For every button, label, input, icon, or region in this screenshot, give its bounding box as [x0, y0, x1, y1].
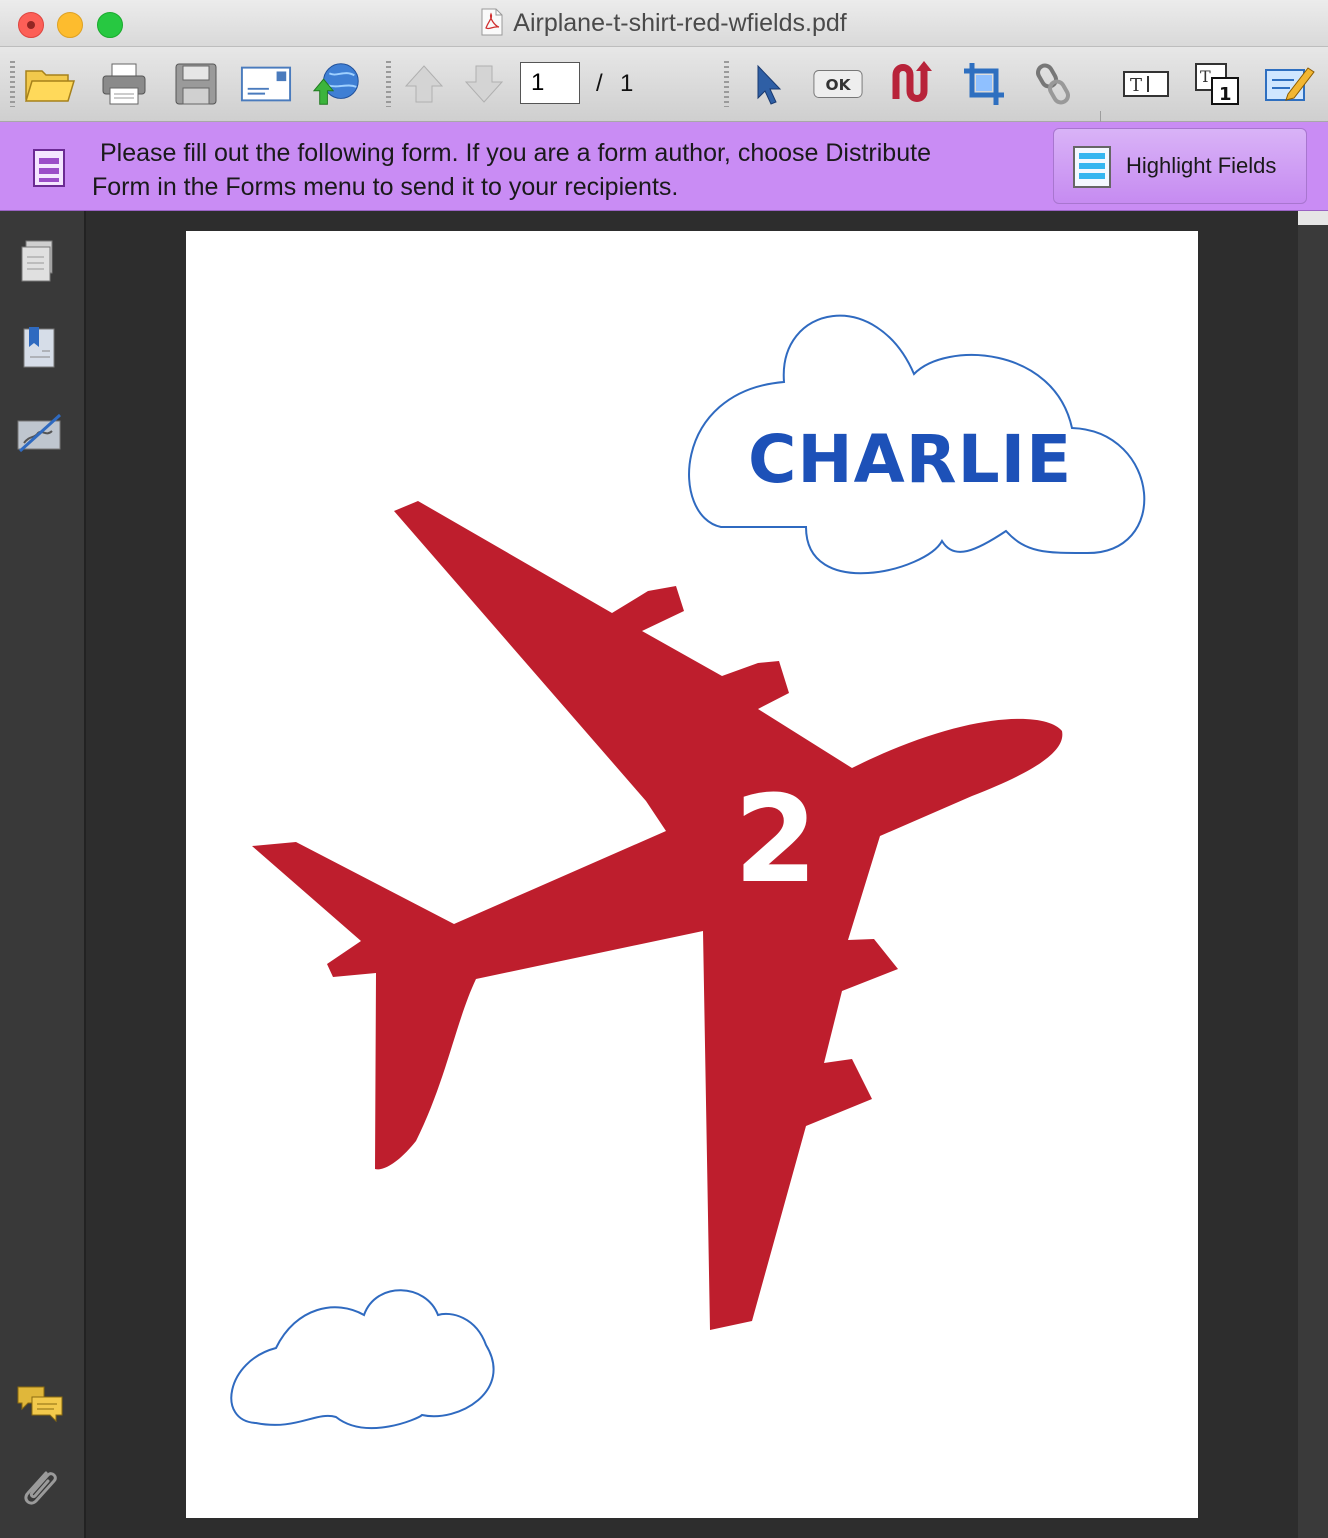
svg-text:T: T: [1200, 67, 1211, 86]
pages-icon: [21, 240, 53, 282]
print-button[interactable]: [98, 61, 150, 107]
select-arrow-icon: [757, 64, 782, 105]
number-form-field[interactable]: 2: [734, 771, 818, 910]
save-button[interactable]: [170, 61, 222, 107]
paperclip-icon: [24, 1471, 57, 1505]
text-number-tool-button[interactable]: T 1: [1192, 61, 1244, 107]
open-button[interactable]: [24, 61, 76, 107]
save-icon: [175, 63, 217, 105]
ok-button-icon: OK: [813, 70, 863, 98]
upload-web-button[interactable]: [312, 61, 364, 107]
navigation-pane: [0, 211, 86, 1538]
crop-tool-button[interactable]: [958, 61, 1010, 107]
total-pages: 1: [620, 70, 634, 97]
link-icon: [1036, 63, 1070, 105]
pdf-viewer-window: Airplane-t-shirt-red-wfields.pdf OK T T …: [0, 0, 1328, 1538]
svg-text:OK: OK: [825, 76, 851, 94]
open-icon: [24, 70, 76, 102]
name-form-field[interactable]: CHARLIE: [748, 421, 1072, 498]
svg-text:T: T: [1130, 75, 1142, 96]
form-notice-message: Please fill out the following form. If y…: [92, 136, 1032, 204]
bookmarks-icon: [23, 327, 55, 368]
signatures-panel-button[interactable]: [16, 409, 64, 457]
airplane: [252, 501, 1063, 1330]
comments-panel-button[interactable]: [16, 1381, 64, 1429]
pages-panel-button[interactable]: [16, 237, 64, 285]
upload-web-icon: [312, 63, 359, 105]
window-title: Airplane-t-shirt-red-wfields.pdf: [513, 9, 847, 37]
vertical-scrollbar[interactable]: [1298, 211, 1328, 1538]
svg-text:1: 1: [1219, 84, 1232, 105]
previous-page-button[interactable]: [398, 61, 450, 107]
pdf-file-icon: [481, 8, 503, 36]
form-document-icon: [33, 149, 65, 187]
current-page-input[interactable]: 1: [520, 62, 580, 104]
title-bar: Airplane-t-shirt-red-wfields.pdf: [0, 0, 1328, 47]
text-number-icon: T 1: [1195, 63, 1239, 105]
button-tool-button[interactable]: OK: [812, 61, 864, 107]
toolbar-grip[interactable]: [724, 61, 729, 107]
comments-icon: [17, 1386, 63, 1423]
email-icon: [240, 66, 292, 102]
attachments-panel-button[interactable]: [16, 1465, 64, 1513]
next-page-button[interactable]: [458, 61, 510, 107]
text-field-icon: T: [1123, 71, 1169, 97]
email-button[interactable]: [240, 61, 292, 107]
print-icon: [102, 63, 146, 105]
signatures-icon: [17, 413, 62, 453]
small-cloud: [230, 1289, 495, 1430]
text-field-tool-button[interactable]: T: [1120, 61, 1172, 107]
highlight-fields-button[interactable]: Highlight Fields: [1053, 128, 1307, 204]
main-toolbar: OK T T 1: [0, 47, 1328, 151]
scrollbar-thumb[interactable]: [1298, 211, 1328, 225]
edit-form-icon: [1265, 67, 1315, 101]
highlight-fields-label: Highlight Fields: [1126, 153, 1277, 178]
loop-icon: [892, 61, 932, 102]
form-notice-line-1: Please fill out the following form. If y…: [100, 139, 931, 167]
select-tool-button[interactable]: [740, 61, 792, 107]
pdf-page: CHARLIE 2: [186, 231, 1198, 1518]
toolbar-grip[interactable]: [386, 61, 391, 107]
window-title-group: Airplane-t-shirt-red-wfields.pdf: [0, 8, 1328, 38]
link-tool-button[interactable]: [1028, 61, 1080, 107]
highlight-fields-icon: [1073, 146, 1111, 188]
loop-tool-button[interactable]: [886, 61, 938, 107]
page-separator: /: [596, 70, 603, 97]
next-page-icon: [464, 65, 504, 103]
crop-icon: [964, 63, 1004, 105]
edit-form-tool-button[interactable]: [1264, 61, 1316, 107]
previous-page-icon: [404, 65, 444, 103]
toolbar-grip[interactable]: [10, 61, 15, 107]
bookmarks-panel-button[interactable]: [16, 323, 64, 371]
form-notice-bar: Please fill out the following form. If y…: [0, 122, 1328, 211]
form-notice-line-2: Form in the Forms menu to send it to you…: [92, 173, 679, 201]
